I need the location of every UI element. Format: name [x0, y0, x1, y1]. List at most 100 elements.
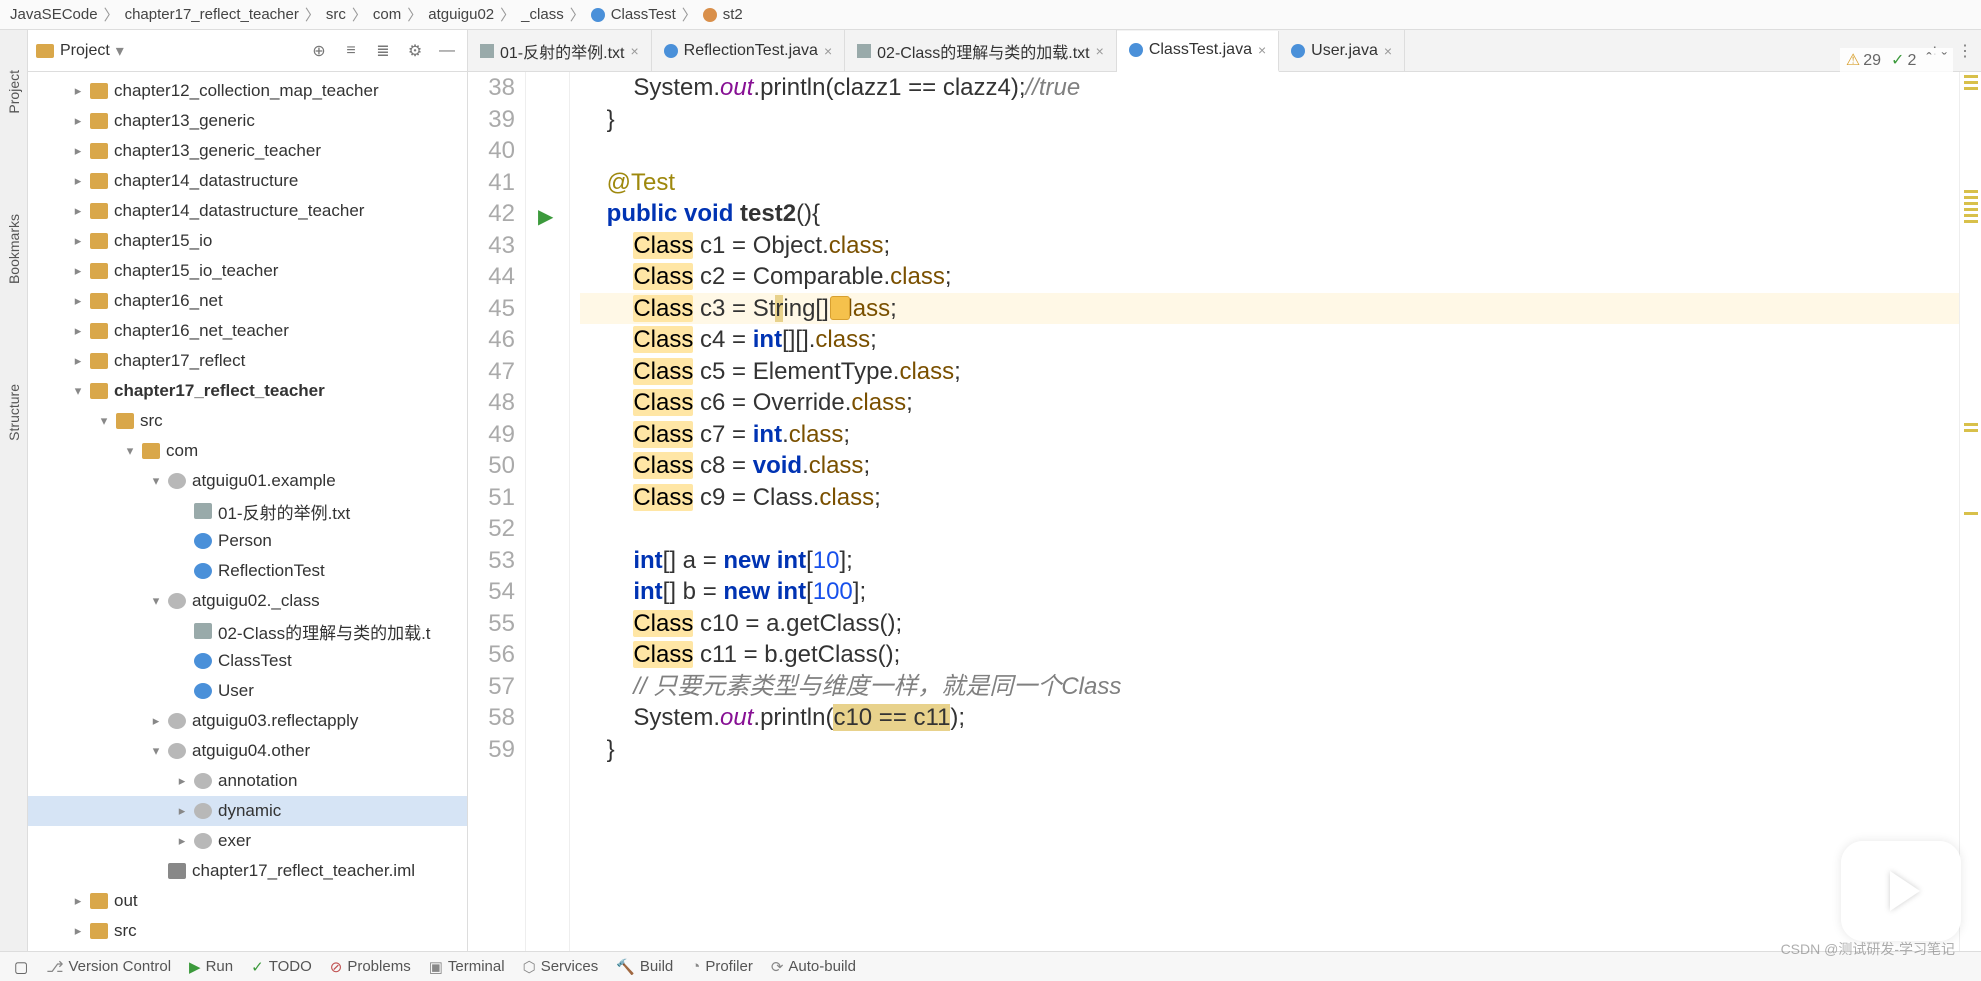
line-number[interactable]: 56 — [468, 639, 515, 671]
breadcrumb-item[interactable]: chapter17_reflect_teacher — [125, 6, 299, 23]
tree-arrow-icon[interactable] — [72, 83, 84, 99]
code-line[interactable]: Class c2 = Comparable.class; — [580, 261, 1959, 293]
problems-stripe[interactable] — [1959, 72, 1981, 951]
tree-node[interactable]: Person — [28, 526, 467, 556]
line-number[interactable]: 57 — [468, 671, 515, 703]
line-number[interactable]: 47 — [468, 356, 515, 388]
tree-node[interactable]: chapter15_io — [28, 226, 467, 256]
code-line[interactable]: Class c6 = Override.class; — [580, 387, 1959, 419]
line-number[interactable]: 54 — [468, 576, 515, 608]
breadcrumb-item[interactable]: st2 — [723, 6, 743, 23]
tree-node[interactable]: chapter16_net_teacher — [28, 316, 467, 346]
line-number[interactable]: 59 — [468, 734, 515, 766]
tree-node[interactable]: atguigu02._class — [28, 586, 467, 616]
code-line[interactable]: Class c5 = ElementType.class; — [580, 356, 1959, 388]
tree-node[interactable]: exer — [28, 826, 467, 856]
profiler-button[interactable]: Profiler — [691, 958, 753, 975]
code-line[interactable]: public void test2(){ — [580, 198, 1959, 230]
code-line[interactable]: Class c10 = a.getClass(); — [580, 608, 1959, 640]
code-line[interactable]: Class c7 = int.class; — [580, 419, 1959, 451]
todo-button[interactable]: TODO — [251, 958, 312, 976]
breadcrumb-item[interactable]: ClassTest — [611, 6, 676, 23]
tree-arrow-icon[interactable] — [150, 593, 162, 609]
tree-node[interactable]: User — [28, 676, 467, 706]
tree-node[interactable]: atguigu03.reflectapply — [28, 706, 467, 736]
breadcrumb[interactable]: JavaSECode〉 chapter17_reflect_teacher〉 s… — [0, 0, 1981, 30]
editor-tabs[interactable]: 01-反射的举例.txt×ReflectionTest.java×02-Clas… — [468, 30, 1981, 72]
tree-arrow-icon[interactable] — [98, 413, 110, 429]
warning-count[interactable]: 29 — [1846, 50, 1881, 70]
tree-node[interactable]: chapter15_io_teacher — [28, 256, 467, 286]
close-tab-icon[interactable]: × — [1096, 43, 1104, 59]
tree-arrow-icon[interactable] — [124, 443, 136, 459]
tree-arrow-icon[interactable] — [72, 263, 84, 279]
tree-node[interactable]: ClassTest — [28, 646, 467, 676]
code-editor[interactable]: 3839404142434445464748495051525354555657… — [468, 72, 1981, 951]
tabs-overflow-icon[interactable]: ⋮ — [1949, 41, 1981, 61]
line-number[interactable]: 51 — [468, 482, 515, 514]
settings-icon[interactable]: ⚙ — [403, 39, 427, 63]
tree-arrow-icon[interactable] — [176, 833, 188, 849]
code-line[interactable]: Class c1 = Object.class; — [580, 230, 1959, 262]
line-number[interactable]: 40 — [468, 135, 515, 167]
run-gutter[interactable]: ▶ — [526, 72, 570, 951]
code-line[interactable]: Class c11 = b.getClass(); — [580, 639, 1959, 671]
tree-node[interactable]: chapter13_generic — [28, 106, 467, 136]
code-line[interactable] — [580, 135, 1959, 167]
code-line[interactable]: Class c8 = void.class; — [580, 450, 1959, 482]
code-line[interactable]: int[] b = new int[100]; — [580, 576, 1959, 608]
tree-arrow-icon[interactable] — [72, 203, 84, 219]
tree-arrow-icon[interactable] — [72, 233, 84, 249]
tree-arrow-icon[interactable] — [72, 293, 84, 309]
code-line[interactable]: System.out.println(clazz1 == clazz4);//t… — [580, 72, 1959, 104]
code-line[interactable]: } — [580, 734, 1959, 766]
tree-node[interactable]: 02-Class的理解与类的加载.t — [28, 616, 467, 646]
tree-node[interactable]: chapter17_reflect_teacher.iml — [28, 856, 467, 886]
line-number[interactable]: 49 — [468, 419, 515, 451]
breadcrumb-item[interactable]: _class — [521, 6, 564, 23]
project-tree[interactable]: chapter12_collection_map_teacherchapter1… — [28, 72, 467, 951]
code-line[interactable]: } — [580, 104, 1959, 136]
chevron-down-icon[interactable]: ▾ — [116, 41, 124, 61]
line-number[interactable]: 39 — [468, 104, 515, 136]
tree-node[interactable]: chapter16_net — [28, 286, 467, 316]
close-tab-icon[interactable]: × — [1384, 43, 1392, 59]
tree-node[interactable]: atguigu01.example — [28, 466, 467, 496]
tree-node[interactable]: chapter17_reflect_teacher — [28, 376, 467, 406]
breadcrumb-item[interactable]: JavaSECode — [10, 6, 98, 23]
close-tab-icon[interactable]: × — [824, 43, 832, 59]
breadcrumb-item[interactable]: atguigu02 — [428, 6, 494, 23]
tree-arrow-icon[interactable] — [150, 473, 162, 489]
run-test-icon[interactable]: ▶ — [538, 202, 553, 234]
tree-arrow-icon[interactable] — [72, 173, 84, 189]
line-number-gutter[interactable]: 3839404142434445464748495051525354555657… — [468, 72, 526, 951]
problems-button[interactable]: Problems — [330, 958, 411, 976]
line-number[interactable]: 55 — [468, 608, 515, 640]
breadcrumb-item[interactable]: com — [373, 6, 401, 23]
line-number[interactable]: 44 — [468, 261, 515, 293]
line-number[interactable]: 38 — [468, 72, 515, 104]
line-number[interactable]: 50 — [468, 450, 515, 482]
tree-node[interactable]: src — [28, 916, 467, 946]
strip-structure[interactable]: Structure — [6, 384, 22, 441]
breadcrumb-item[interactable]: src — [326, 6, 346, 23]
tree-node[interactable]: chapter14_datastructure — [28, 166, 467, 196]
code-line[interactable]: Class c4 = int[][].class; — [580, 324, 1959, 356]
tree-arrow-icon[interactable] — [72, 143, 84, 159]
tree-node[interactable]: 01-反射的举例.txt — [28, 496, 467, 526]
line-number[interactable]: 42 — [468, 198, 515, 230]
check-count[interactable]: 2 — [1891, 50, 1916, 70]
tree-node[interactable]: atguigu04.other — [28, 736, 467, 766]
terminal-button[interactable]: Terminal — [429, 958, 505, 976]
line-number[interactable]: 45 — [468, 293, 515, 325]
close-tab-icon[interactable]: × — [630, 43, 638, 59]
editor-tab[interactable]: 02-Class的理解与类的加载.txt× — [845, 30, 1117, 71]
line-number[interactable]: 48 — [468, 387, 515, 419]
editor-tab[interactable]: User.java× — [1279, 30, 1405, 71]
editor-tab[interactable]: 01-反射的举例.txt× — [468, 30, 652, 71]
tree-node[interactable]: chapter13_generic_teacher — [28, 136, 467, 166]
strip-project[interactable]: Project — [6, 70, 22, 114]
line-number[interactable]: 58 — [468, 702, 515, 734]
project-panel-title[interactable]: Project ▾ — [36, 41, 299, 61]
code-line[interactable]: int[] a = new int[10]; — [580, 545, 1959, 577]
